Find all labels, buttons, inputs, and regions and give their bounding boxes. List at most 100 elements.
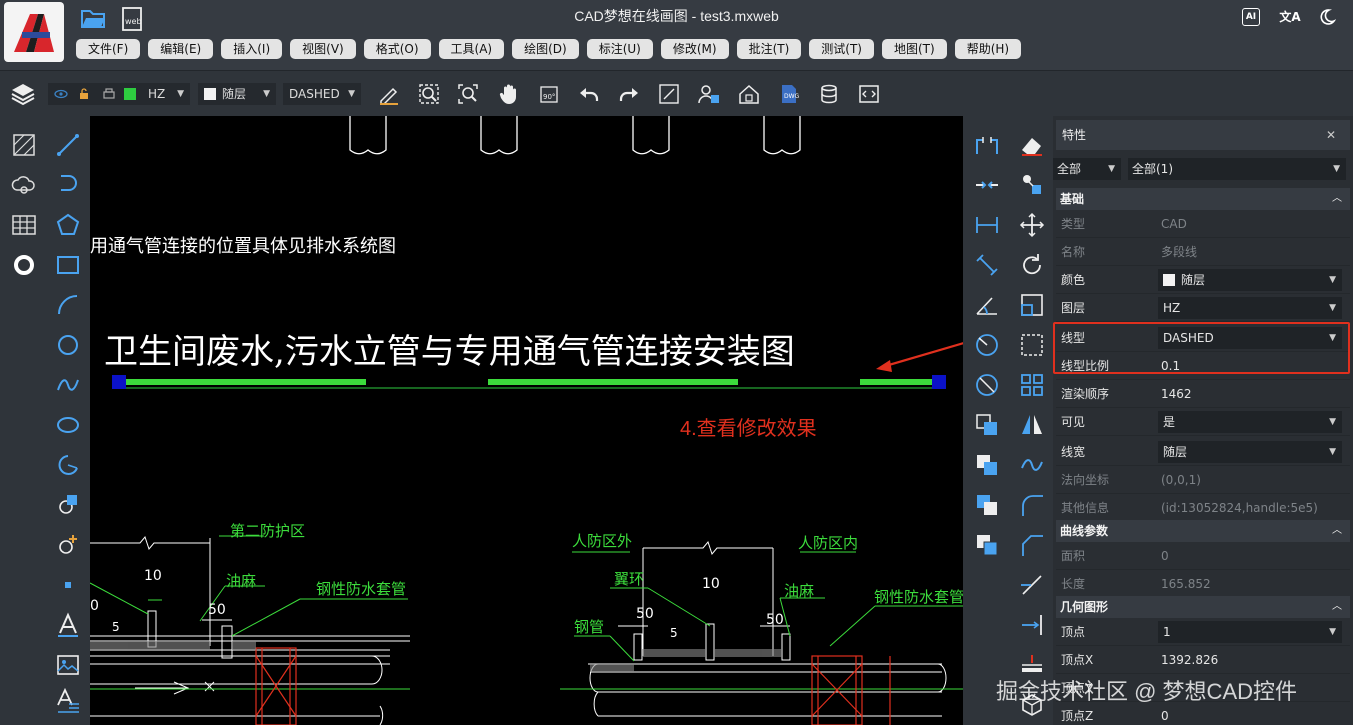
document-icon[interactable]: DWG xyxy=(778,83,800,105)
zoom-window-icon[interactable] xyxy=(418,83,440,105)
close-icon[interactable]: ✕ xyxy=(1326,120,1336,150)
layer-dropdown[interactable]: HZ ▼ xyxy=(1158,297,1342,319)
menu-help[interactable]: 帮助(H) xyxy=(954,39,1022,59)
point-icon[interactable] xyxy=(55,572,81,598)
lineweight-dropdown[interactable]: 随层 ▼ xyxy=(1158,441,1342,463)
arc-icon[interactable] xyxy=(55,292,81,318)
select-window-icon[interactable] xyxy=(1019,332,1045,358)
dim-label[interactable]: 50 xyxy=(766,612,784,628)
copy-icon[interactable] xyxy=(1019,172,1045,198)
menu-draw[interactable]: 绘图(D) xyxy=(512,39,579,59)
label-inside-zone[interactable]: 人防区内 xyxy=(798,532,858,553)
hatch-icon[interactable] xyxy=(11,132,37,158)
label-grease[interactable]: 油麻 xyxy=(784,580,814,601)
visible-dropdown[interactable]: 是 ▼ xyxy=(1158,411,1342,433)
join-icon[interactable] xyxy=(974,172,1000,198)
scale-icon[interactable] xyxy=(1019,292,1045,318)
label-sleeve[interactable]: 钢性防水套管 xyxy=(874,586,963,607)
layers-icon[interactable] xyxy=(10,81,36,107)
table-icon[interactable] xyxy=(11,212,37,238)
angular-dimension-icon[interactable] xyxy=(974,292,1000,318)
rectangle-icon[interactable] xyxy=(55,252,81,278)
menu-dimension[interactable]: 标注(U) xyxy=(586,39,653,59)
label-outside-zone[interactable]: 人防区外 xyxy=(572,530,632,551)
section-geometry[interactable]: 几何图形 ︿ xyxy=(1056,596,1350,618)
radius-dimension-icon[interactable] xyxy=(974,332,1000,358)
menu-test[interactable]: 测试(T) xyxy=(809,39,874,59)
image-icon[interactable] xyxy=(55,652,81,678)
dim-label[interactable]: 10 xyxy=(144,568,162,584)
erase-icon[interactable] xyxy=(1019,132,1045,158)
bring-to-front-icon[interactable] xyxy=(974,412,1000,438)
menu-insert[interactable]: 插入(I) xyxy=(221,39,283,59)
menu-edit[interactable]: 编辑(E) xyxy=(148,39,214,59)
fillet-icon[interactable] xyxy=(1019,492,1045,518)
donut-icon[interactable] xyxy=(11,252,37,278)
extend-icon[interactable] xyxy=(1019,612,1045,638)
undo-icon[interactable] xyxy=(578,83,600,105)
eye-icon[interactable] xyxy=(54,83,68,112)
ellipse-arc-icon[interactable] xyxy=(55,452,81,478)
menu-view[interactable]: 视图(V) xyxy=(290,39,356,59)
label-steel-pipe[interactable]: 钢管 xyxy=(574,616,604,637)
color-dropdown[interactable]: 随层 ▼ xyxy=(1158,269,1342,291)
diameter-dimension-icon[interactable] xyxy=(974,372,1000,398)
label-sleeve[interactable]: 钢性防水套管 xyxy=(316,578,406,599)
label-grease[interactable]: 油麻 xyxy=(226,570,256,591)
theme-toggle-icon[interactable] xyxy=(1318,8,1337,26)
aligned-dimension-icon[interactable] xyxy=(974,252,1000,278)
cloud-icon[interactable] xyxy=(11,172,37,198)
menu-map[interactable]: 地图(T) xyxy=(882,39,947,59)
move-icon[interactable] xyxy=(1019,212,1045,238)
rotate-view-icon[interactable]: 90° xyxy=(538,83,560,105)
polygon-icon[interactable] xyxy=(55,212,81,238)
vertex-x-input[interactable]: 1392.826 xyxy=(1161,646,1218,674)
line-icon[interactable] xyxy=(55,132,81,158)
translate-button[interactable]: 文A xyxy=(1278,8,1302,26)
dim-label[interactable]: 10 xyxy=(702,576,720,592)
menu-tools[interactable]: 工具(A) xyxy=(438,39,505,59)
mtext-icon[interactable] xyxy=(55,687,81,714)
database-icon[interactable] xyxy=(818,83,840,105)
dim-label[interactable]: 5 xyxy=(112,620,120,634)
insert-block-icon[interactable] xyxy=(55,492,81,518)
dim-label[interactable]: 5 xyxy=(670,626,678,640)
polyline-icon[interactable] xyxy=(55,172,81,198)
menu-format[interactable]: 格式(O) xyxy=(363,39,431,59)
trim-icon[interactable] xyxy=(1019,572,1045,598)
circle-icon[interactable] xyxy=(55,332,81,358)
section-curve[interactable]: 曲线参数 ︿ xyxy=(1056,520,1350,542)
linear-dimension-icon[interactable] xyxy=(974,212,1000,238)
ellipse-icon[interactable] xyxy=(55,412,81,438)
zoom-extents-icon[interactable] xyxy=(457,83,479,105)
offset-icon[interactable] xyxy=(1019,452,1045,478)
redo-icon[interactable] xyxy=(618,83,640,105)
vertex-dropdown[interactable]: 1 ▼ xyxy=(1158,621,1342,643)
pan-hand-icon[interactable] xyxy=(498,83,520,105)
lock-icon[interactable] xyxy=(78,83,90,112)
canvas-drawing-title[interactable]: 卫生间废水,污水立管与专用通气管连接安装图 xyxy=(104,324,795,373)
fullscreen-icon[interactable] xyxy=(658,83,680,105)
section-basic[interactable]: 基础 ︿ xyxy=(1056,188,1350,210)
drawing-canvas[interactable]: 用通气管连接的位置具体见排水系统图 卫生间废水,污水立管与专用通气管连接安装图 … xyxy=(90,116,963,725)
object-type-filter[interactable]: 全部 ▼ xyxy=(1053,158,1121,180)
render-order-input[interactable]: 1462 xyxy=(1161,380,1192,408)
object-selection-filter[interactable]: 全部(1) ▼ xyxy=(1128,158,1346,180)
user-settings-icon[interactable] xyxy=(698,83,720,105)
array-icon[interactable] xyxy=(1019,372,1045,398)
menu-modify[interactable]: 修改(M) xyxy=(660,39,729,59)
code-icon[interactable] xyxy=(858,83,880,105)
canvas-note-text[interactable]: 用通气管连接的位置具体见排水系统图 xyxy=(90,232,396,258)
mirror-icon[interactable] xyxy=(1019,412,1045,438)
bring-above-icon[interactable] xyxy=(974,492,1000,518)
rotate-icon[interactable] xyxy=(1019,252,1045,278)
menu-annotate[interactable]: 批注(T) xyxy=(736,39,802,59)
dim-label[interactable]: 50 xyxy=(208,602,226,618)
dim-label[interactable]: 0 xyxy=(90,598,99,614)
label-wing-ring[interactable]: 翼环 xyxy=(614,568,644,589)
linetype-select[interactable]: DASHED ▼ xyxy=(283,83,361,105)
dim-label[interactable]: 50 xyxy=(636,606,654,622)
menu-file[interactable]: 文件(F) xyxy=(76,39,141,59)
text-icon[interactable] xyxy=(55,612,81,638)
print-icon[interactable] xyxy=(102,83,116,112)
